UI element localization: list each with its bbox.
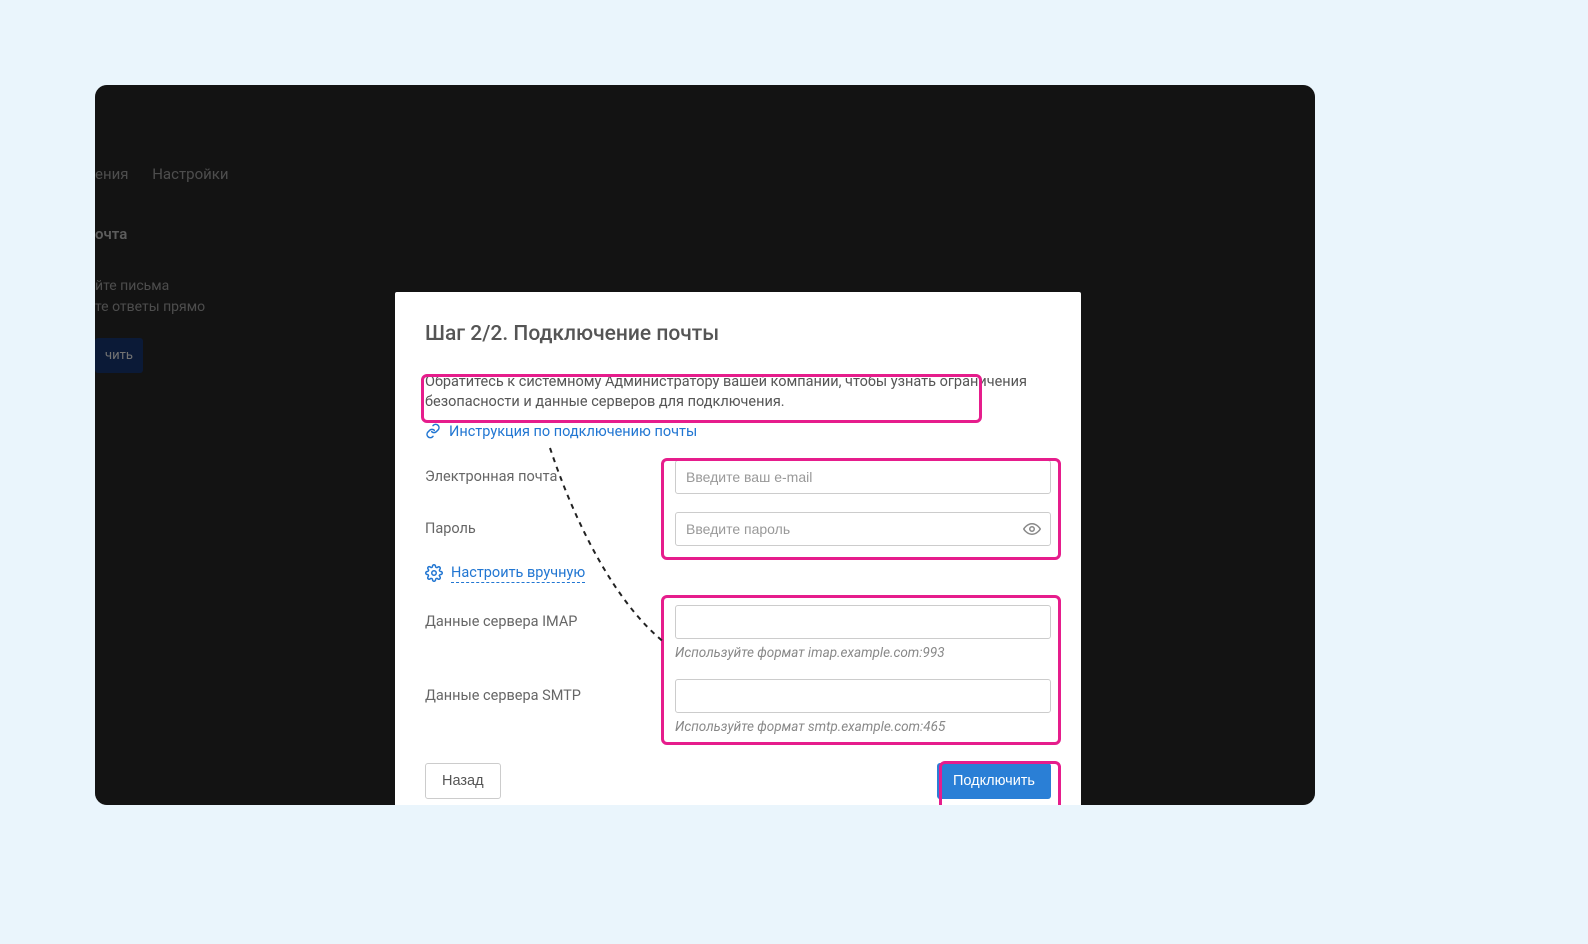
instruction-link[interactable]: Инструкция по подключению почты [449, 423, 697, 440]
imap-hint: Используйте формат imap.example.com:993 [675, 645, 1051, 661]
app-background: ения Настройки очта йте письма те ответы… [95, 85, 1315, 805]
imap-label: Данные сервера IMAP [425, 605, 675, 630]
password-input[interactable] [675, 512, 1051, 546]
email-label: Электронная почта [425, 460, 675, 485]
gear-icon [425, 564, 443, 582]
email-input[interactable] [675, 460, 1051, 494]
modal-title: Шаг 2/2. Подключение почты [425, 322, 1051, 346]
manual-config-row: Настроить вручную [425, 564, 1051, 583]
smtp-label: Данные сервера SMTP [425, 679, 675, 704]
imap-input[interactable] [675, 605, 1051, 639]
password-label: Пароль [425, 512, 675, 537]
back-button[interactable]: Назад [425, 763, 501, 799]
instruction-link-row: Инструкция по подключению почты [425, 423, 1051, 440]
connect-button[interactable]: Подключить [937, 763, 1051, 799]
link-icon [425, 423, 441, 439]
smtp-hint: Используйте формат smtp.example.com:465 [675, 719, 1051, 735]
manual-config-link[interactable]: Настроить вручную [451, 564, 585, 583]
connect-mail-modal: Шаг 2/2. Подключение почты Обратитесь к … [395, 292, 1081, 805]
eye-icon[interactable] [1023, 520, 1041, 542]
info-text: Обратитесь к системному Администратору в… [425, 372, 1051, 413]
smtp-input[interactable] [675, 679, 1051, 713]
